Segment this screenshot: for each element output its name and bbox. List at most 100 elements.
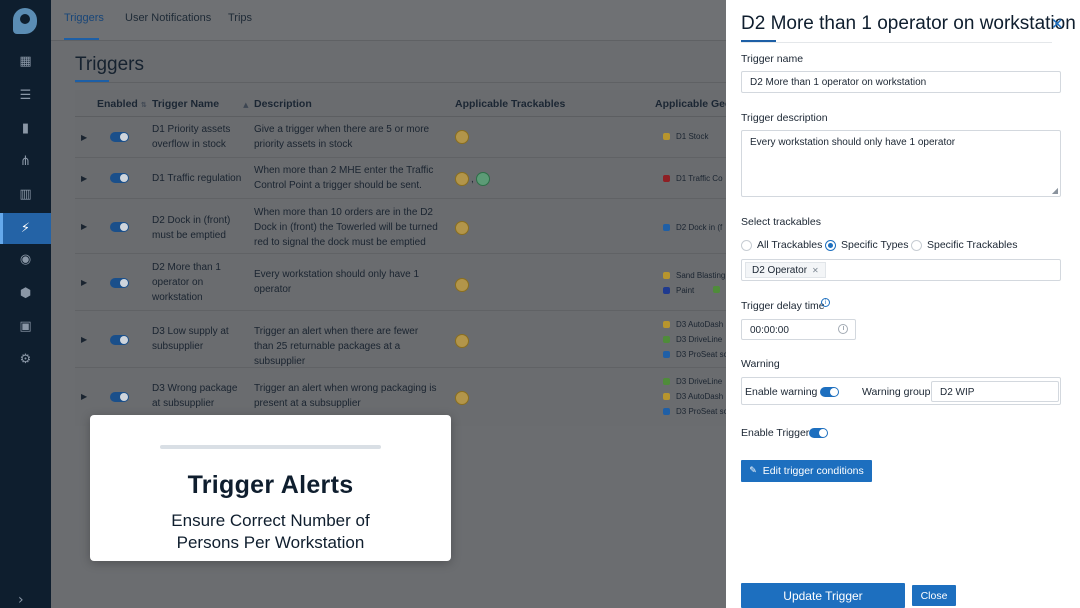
enabled-toggle[interactable] [110,222,129,232]
trigger-description-text: Every workstation should only have 1 ope… [750,137,956,148]
remove-tag-icon[interactable]: ✕ [812,266,819,275]
geofence-label: D3 AutoDash [676,320,724,329]
expand-row-icon[interactable]: ▶ [81,174,87,183]
resize-handle-icon[interactable]: ◢ [1052,186,1058,195]
enabled-toggle[interactable] [110,132,129,142]
card-accent-bar [160,445,381,449]
radio-button[interactable] [911,239,922,251]
broadcast-icon[interactable]: ◉ [0,244,51,274]
close-icon[interactable]: ✕ [1051,15,1064,33]
warning-label: Warning [741,358,780,370]
trackable-type-icon [455,278,469,292]
radio-specific-trackables[interactable]: Specific Trackables [911,239,1017,251]
geofence-label: D2 Dock in (f [676,223,723,232]
card-title: Trigger Alerts [187,471,354,499]
column-header-applicable-geofences: Applicable Geof [655,98,735,110]
close-button[interactable]: Close [912,585,956,606]
trigger-delay-value: 00:00:00 [750,325,789,336]
trigger-name: D1 Traffic regulation [152,173,242,184]
triggers-table: Enabled ⇅ Trigger Name ▲ Description Appli… [75,90,735,426]
expand-row-icon[interactable]: ▶ [81,222,87,231]
trigger-name: D3 Wrong package at subsupplier [152,383,238,409]
trackable-type-icon [476,172,490,186]
column-header-enabled[interactable]: Enabled ⇅ [97,98,147,110]
settings-group-icon[interactable]: ⚙ [0,344,51,374]
column-header-label: Trigger Name [152,98,220,110]
enabled-toggle[interactable] [110,278,129,288]
expand-row-icon[interactable]: ▶ [81,335,87,344]
trackable-type-icon [455,391,469,405]
table-row[interactable]: ▶ D1 Traffic regulation When more than 2… [75,158,726,199]
sort-icon[interactable]: ⇅ [141,101,147,109]
geofence-tag: Sand Blasting [663,271,725,280]
tab-trips[interactable]: Trips [228,12,252,24]
table-row[interactable]: ▶ D3 Low supply at subsupplier Trigger a… [75,311,728,368]
geofence-tag: D2 Dock in (f [663,223,722,232]
radio-all-trackables[interactable]: All Trackables [741,239,822,251]
trackable-type-select[interactable]: D2 Operator ✕ [741,259,1061,281]
app-logo[interactable] [13,8,37,34]
geofence-color-swatch [663,287,670,294]
update-trigger-button[interactable]: Update Trigger [741,583,905,608]
trackable-type-icon [455,130,469,144]
table-row[interactable]: ▶ D2 More than 1 operator on workstation… [75,254,726,311]
column-header-description: Description [254,98,312,110]
radio-button[interactable] [741,239,752,251]
trigger-description: When more than 10 orders are in the D2 D… [254,207,438,248]
clock-icon[interactable] [838,324,848,334]
expand-row-icon[interactable]: ▶ [81,278,87,287]
trigger-description: Every workstation should only have 1 ope… [254,269,420,295]
calendar-icon[interactable]: ▣ [0,311,51,341]
sort-icon[interactable]: ▲ [243,101,248,109]
pencil-icon: ✎ [749,466,757,476]
geofence-color-swatch [663,133,670,140]
chart-icon[interactable]: ▥ [0,179,51,209]
warning-group-label: Warning group [862,386,931,398]
geofence-tag: D3 DriveLine [663,335,722,344]
enable-trigger-toggle[interactable] [809,428,828,438]
geofence-color-swatch [663,351,670,358]
enabled-toggle[interactable] [110,392,129,402]
trigger-name-input[interactable]: D2 More than 1 operator on workstation [741,71,1061,93]
trigger-name: D2 Dock in (front) must be emptied [152,215,231,241]
tab-user-notifications[interactable]: User Notifications [125,12,211,24]
person-badge-icon[interactable]: ▮ [0,113,51,143]
table-row[interactable]: ▶ D1 Priority assets overflow in stock G… [75,117,726,158]
trigger-alerts-card: Trigger Alerts Ensure Correct Number of … [90,415,451,561]
geofence-color-swatch [663,393,670,400]
tab-triggers[interactable]: Triggers [64,12,104,24]
expand-row-icon[interactable]: ▶ [81,133,87,142]
table-row[interactable]: ▶ D2 Dock in (front) must be emptied Whe… [75,199,726,254]
list-icon[interactable]: ☰ [0,80,51,110]
radio-button[interactable] [825,239,836,251]
geofence-label: Paint [676,286,695,295]
active-tab-indicator [64,38,99,40]
radio-specific-types[interactable]: Specific Types [825,239,909,251]
selected-tag-label: D2 Operator [752,264,808,276]
column-header-trigger-name[interactable]: Trigger Name ▲ [152,98,249,110]
map-icon[interactable]: ▦ [0,46,51,76]
expand-row-icon[interactable]: ▶ [81,392,87,401]
radio-label: All Trackables [757,239,823,251]
trigger-delay-input[interactable]: 00:00:00 [741,319,856,340]
trigger-description: Trigger an alert when there are fewer th… [254,326,419,367]
enabled-toggle[interactable] [110,173,129,183]
geofence-color-swatch [663,408,670,415]
trigger-description-input[interactable]: Every workstation should only have 1 ope… [741,130,1061,197]
geofence-label: D3 ProSeat sc [676,407,728,416]
lightning-icon[interactable]: ⚡ [0,213,51,244]
flow-icon[interactable]: ⋔ [0,146,51,176]
trackable-type-icon [455,334,469,348]
chevron-right-icon[interactable]: › [18,592,24,608]
divider [741,42,1052,43]
radio-label: Specific Trackables [927,239,1018,251]
enabled-toggle[interactable] [110,335,129,345]
package-icon[interactable]: ⬢ [0,278,51,308]
geofence-tag: D3 DriveLine [663,377,722,386]
info-icon[interactable]: i [821,298,830,307]
enable-warning-toggle[interactable] [820,387,839,397]
column-header-label: Enabled [97,98,138,110]
edit-trigger-conditions-button[interactable]: ✎ Edit trigger conditions [741,460,872,482]
warning-group-input[interactable]: D2 WIP [931,381,1059,402]
geofence-tag [713,286,726,293]
